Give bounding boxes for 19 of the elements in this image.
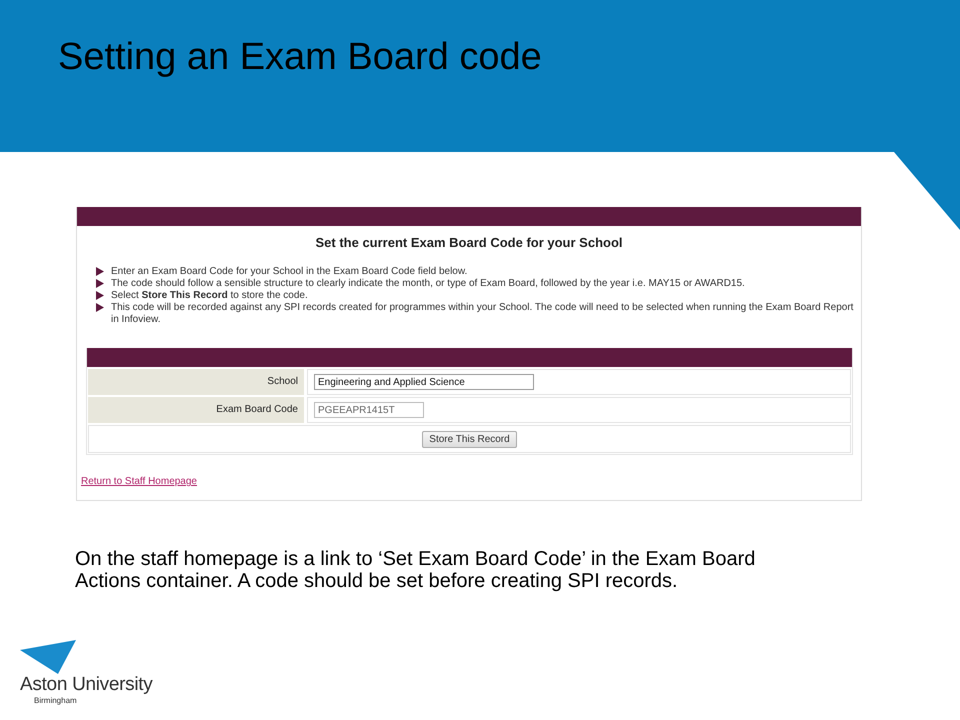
return-link[interactable]: Return to Staff Homepage [81,476,197,487]
bullet-icon [96,303,104,312]
bullet-icon [96,267,104,276]
instruction-text: This code will be recorded against any SPI records created for programmes within your School. The code will need to be selected when running the Exam Board Report in Infoview. [111,302,854,326]
instruction-text: The code should follow a sensible structure to clearly indicate the month, or type of Exam Board, followed by the year i.e. MAY15 or AWARD15. [111,278,745,290]
instruction-text: Select Store This Record to store the code. [111,290,308,302]
caption-text: On the staff homepage is a link to ‘Set Exam Board Code’ in the Exam Board Actions container. A code should be set before creating SPI records. [75,548,756,592]
bullet-icon [96,279,104,288]
logo-place: Birmingham [34,696,78,705]
triangle-logo-icon [20,640,76,674]
form-heading: Set the current Exam Board Code for your School [314,235,624,250]
field-label: Exam Board Code [88,397,304,423]
logo-name: Aston University [20,674,154,696]
store-button[interactable]: Store This Record [422,430,517,448]
bullet-icon [96,291,104,300]
input-field[interactable]: Engineering and Applied Science [314,374,534,390]
slide-title: Setting an Exam Board code [58,36,543,79]
field-label: School [88,369,304,395]
instruction-text: Enter an Exam Board Code for your School in the Exam Board Code field below. [111,266,468,278]
